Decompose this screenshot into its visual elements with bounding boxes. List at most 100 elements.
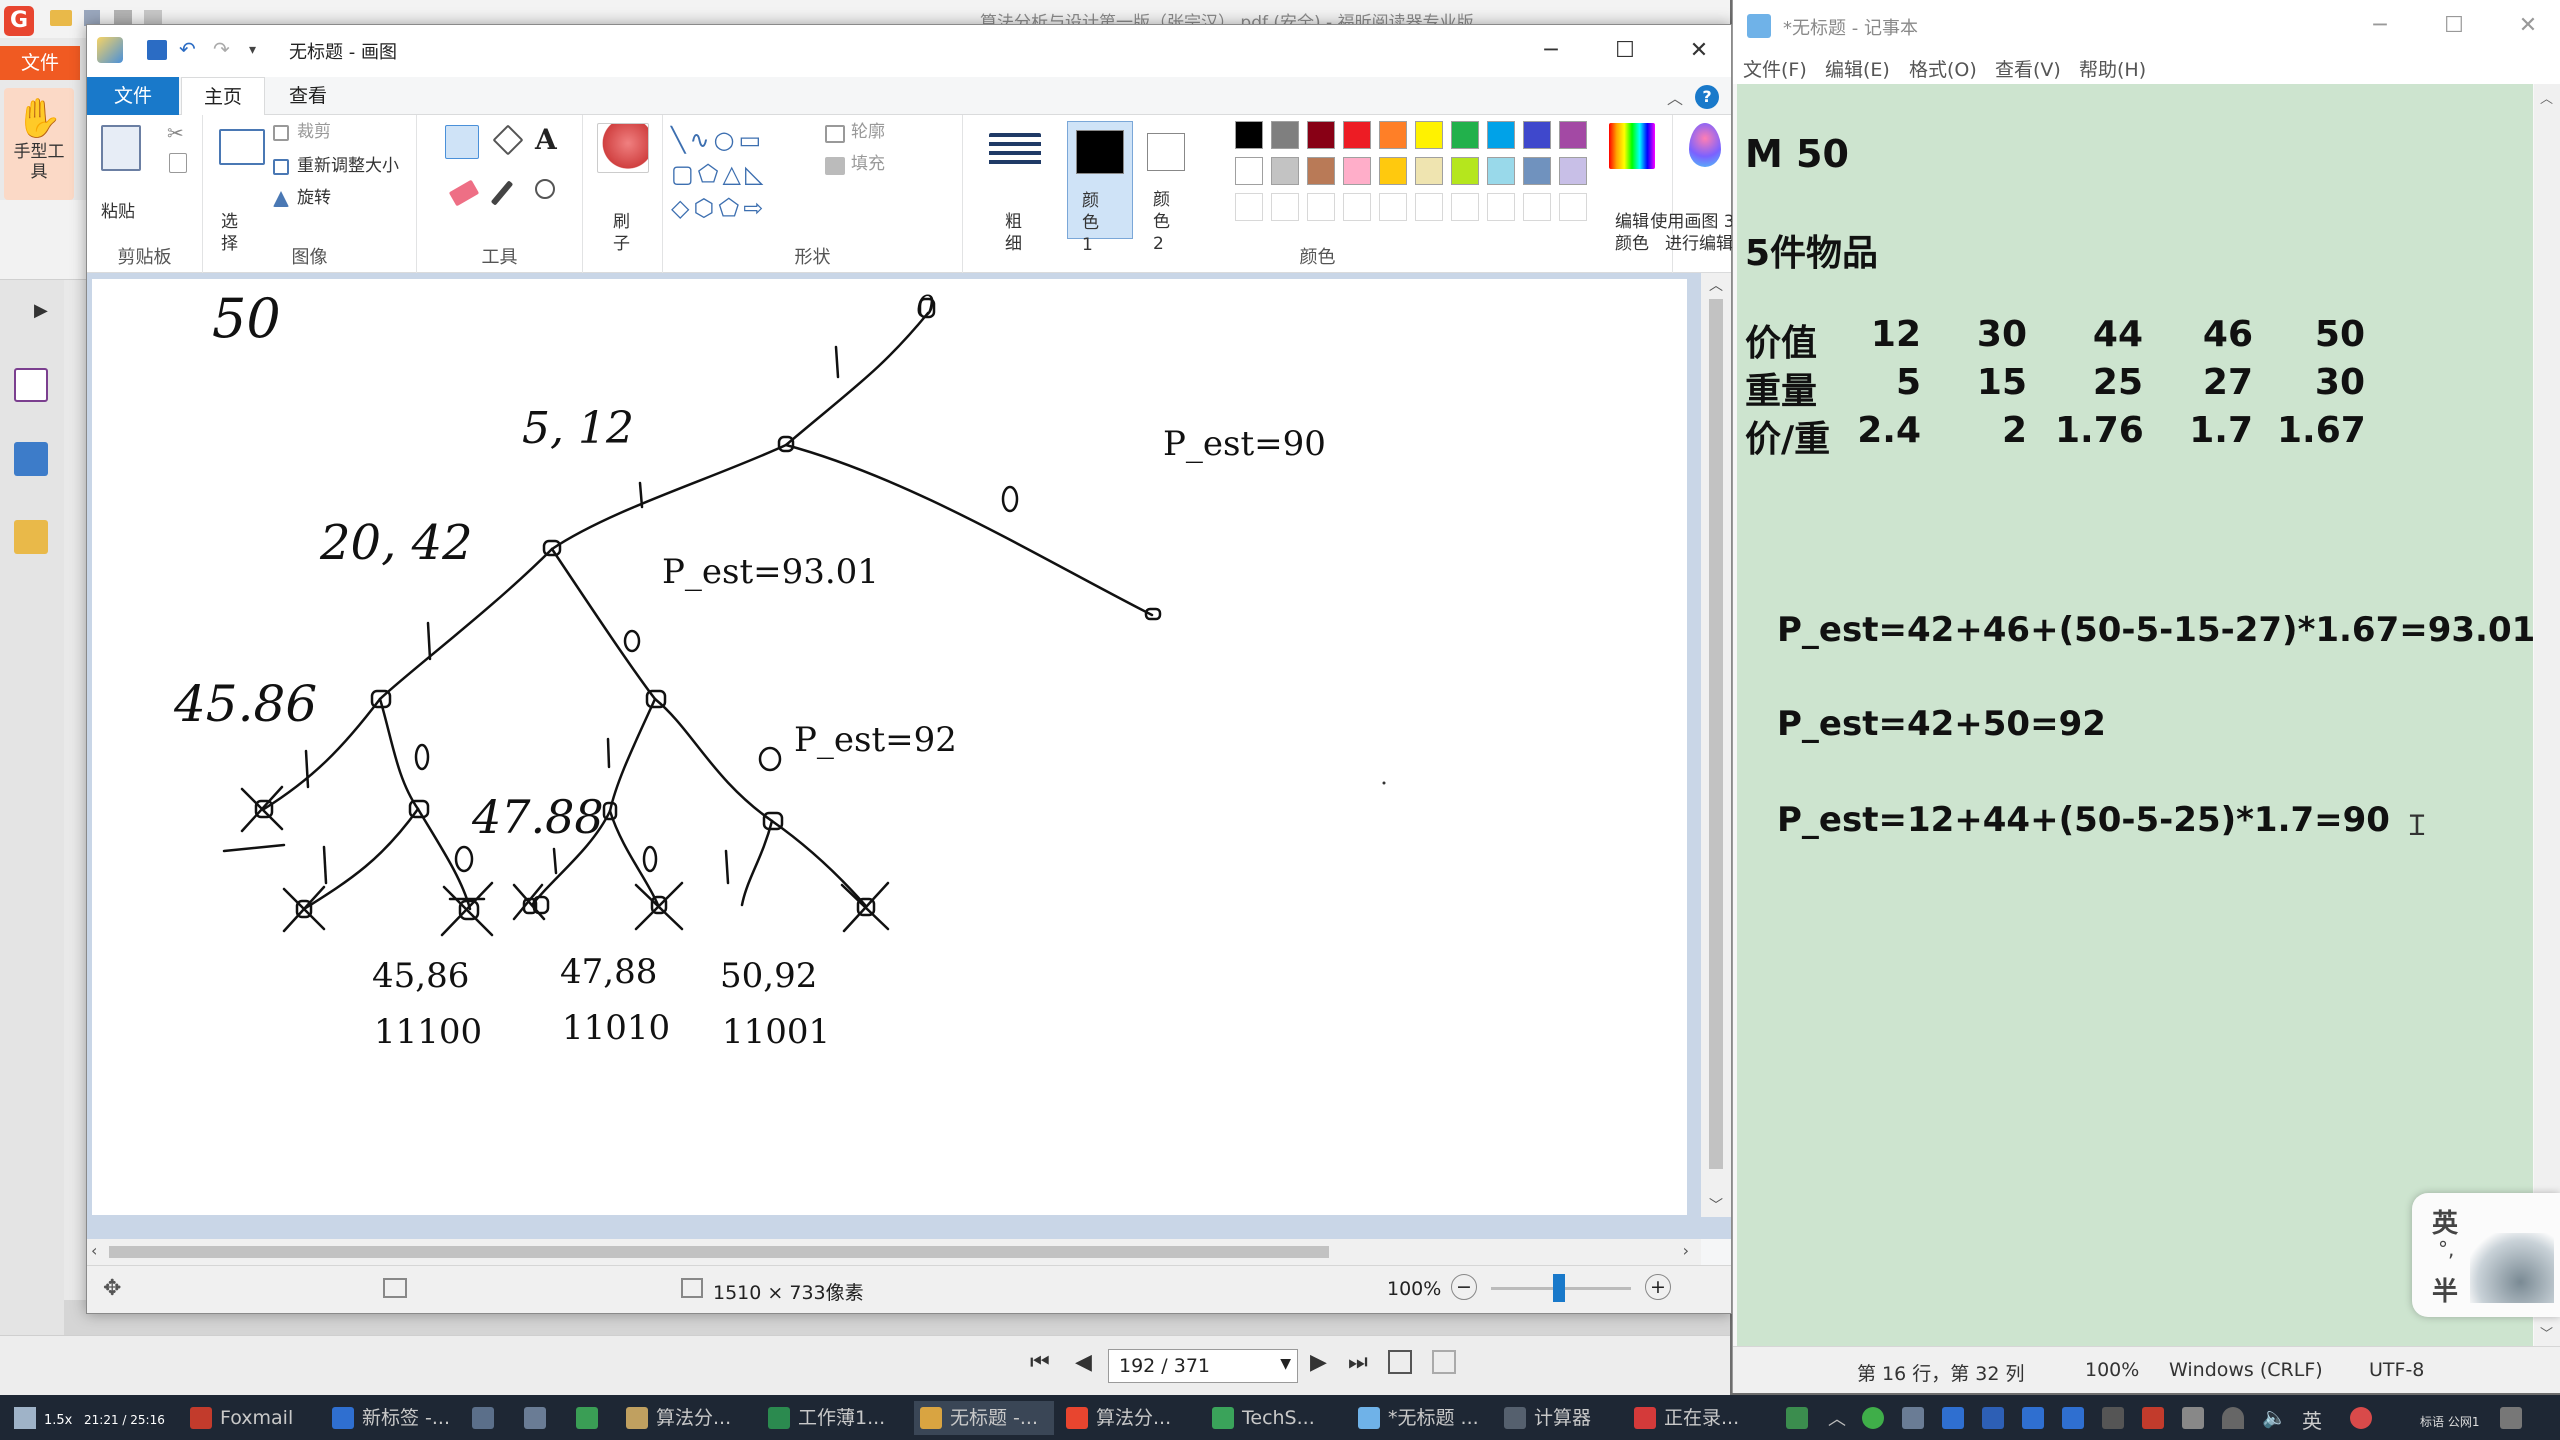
color-swatch[interactable]: [1379, 121, 1407, 149]
comments-icon[interactable]: [14, 520, 48, 554]
app-icon[interactable]: [524, 1407, 546, 1429]
color-swatch[interactable]: [1559, 121, 1587, 149]
resize-icon[interactable]: [273, 159, 289, 175]
color-swatch[interactable]: [1271, 157, 1299, 185]
expand-arrow-icon[interactable]: ▶: [34, 300, 48, 321]
battery-icon[interactable]: [2182, 1407, 2204, 1429]
scroll-up-icon[interactable]: ︿: [2540, 88, 2553, 107]
bluetooth-icon[interactable]: [1982, 1407, 2004, 1429]
color-swatch[interactable]: [1415, 157, 1443, 185]
line-shape-icon[interactable]: ╲∿○▭: [671, 126, 765, 154]
layers-icon[interactable]: [14, 442, 48, 476]
text-icon[interactable]: A: [535, 123, 557, 156]
taskbar-item-paint[interactable]: 无标题 -...: [914, 1401, 1054, 1435]
color-swatch[interactable]: [1415, 121, 1443, 149]
tray-app-icon[interactable]: [2142, 1407, 2164, 1429]
tray-app-icon[interactable]: [1902, 1407, 1924, 1429]
zoom-slider-thumb[interactable]: [1553, 1274, 1565, 1302]
customize-quick-access-icon[interactable]: ▾: [249, 42, 256, 58]
color-swatch[interactable]: [1451, 193, 1479, 221]
fill-icon[interactable]: [492, 124, 524, 156]
color-swatch[interactable]: [1235, 157, 1263, 185]
ime-width[interactable]: 半: [2432, 1271, 2458, 1308]
fill-label[interactable]: 填充: [851, 153, 885, 175]
tray-app-icon[interactable]: [2062, 1407, 2084, 1429]
scroll-up-icon[interactable]: ︿: [1709, 275, 1723, 295]
sogou-icon[interactable]: [2350, 1407, 2372, 1429]
taskbar-item-newtab[interactable]: 新标签 -...: [326, 1401, 456, 1435]
scroll-right-icon[interactable]: ›: [1683, 1241, 1689, 1260]
color-swatch[interactable]: [1523, 193, 1551, 221]
crop-icon[interactable]: [273, 125, 289, 141]
color-swatch[interactable]: [1343, 193, 1371, 221]
app-icon[interactable]: [472, 1407, 494, 1429]
pencil-icon[interactable]: [445, 125, 479, 159]
menu-view[interactable]: 查看(V): [1995, 55, 2061, 82]
color-swatch[interactable]: [1307, 157, 1335, 185]
menu-help[interactable]: 帮助(H): [2079, 55, 2146, 82]
color-swatch[interactable]: [1343, 157, 1371, 185]
fill-shape-icon[interactable]: [825, 157, 845, 175]
tray-app-icon[interactable]: [2022, 1407, 2044, 1429]
color-swatch[interactable]: [1307, 193, 1335, 221]
next-page-icon[interactable]: ▶: [1310, 1350, 1327, 1375]
paint-app-icon[interactable]: [97, 37, 123, 63]
pdf-file-tab[interactable]: 文件: [0, 46, 80, 80]
notepad-text-area[interactable]: M 50 5件物品 价值 重量 价/重 12 30 44 46 50 5 15 …: [1737, 84, 2535, 1346]
vertical-scrollbar[interactable]: ︿ ﹀: [1701, 273, 1731, 1217]
horizontal-scrollbar[interactable]: ‹ ›: [87, 1239, 1701, 1265]
notepad-app-icon[interactable]: [1747, 14, 1771, 38]
scroll-down-icon[interactable]: ﹀: [1709, 1195, 1723, 1215]
menu-file[interactable]: 文件(F): [1743, 55, 1807, 82]
brushes-label[interactable]: 刷子: [613, 211, 633, 255]
taskbar-item-algorithm-pdf[interactable]: 算法分...: [1060, 1401, 1200, 1435]
tray-overflow-icon[interactable]: ︿: [1828, 1405, 1846, 1431]
notepad-close-button[interactable]: ✕: [2498, 8, 2558, 44]
drawing-canvas[interactable]: 50 0 5, 12 20, 42 45.86 47.88 P_est=90 P…: [92, 279, 1687, 1215]
ime-punct-icon[interactable]: °,: [2438, 1237, 2454, 1261]
prev-page-icon[interactable]: ◀: [1075, 1350, 1092, 1375]
start-icon[interactable]: [14, 1407, 36, 1429]
diamond-shape-icon[interactable]: ◇⬡⬠⇨: [671, 194, 767, 222]
paste-label[interactable]: 粘贴: [101, 201, 135, 223]
taskbar-item-algorithm[interactable]: 算法分...: [620, 1401, 750, 1435]
tab-file[interactable]: 文件: [87, 77, 179, 115]
hand-tool-button[interactable]: ✋ 手型工具: [4, 88, 74, 200]
resize-label[interactable]: 重新调整大小: [297, 155, 399, 177]
brush-icon[interactable]: [597, 123, 649, 173]
wechat-icon[interactable]: [1862, 1407, 1884, 1429]
color-swatch[interactable]: [1559, 157, 1587, 185]
color-swatch[interactable]: [1487, 121, 1515, 149]
last-page-icon[interactable]: ⏭: [1348, 1350, 1368, 1375]
first-page-icon[interactable]: ⏮: [1030, 1350, 1050, 1375]
tray-app-icon[interactable]: [1942, 1407, 1964, 1429]
shapes-gallery[interactable]: ╲∿○▭ ▢⬠△◺ ◇⬡⬠⇨: [671, 123, 805, 233]
paste-icon[interactable]: [101, 125, 141, 171]
color-swatch[interactable]: [1523, 157, 1551, 185]
folder-icon[interactable]: [50, 10, 72, 26]
color-swatch[interactable]: [1235, 121, 1263, 149]
page-thumbnail-icon[interactable]: [14, 368, 48, 402]
color-swatch[interactable]: [1487, 193, 1515, 221]
rotate-label[interactable]: 旋转: [297, 187, 331, 209]
color-swatch[interactable]: [1487, 157, 1515, 185]
vertical-scroll-thumb[interactable]: [1709, 299, 1723, 1169]
edit-colors-icon[interactable]: [1609, 123, 1655, 169]
save-icon[interactable]: [147, 40, 167, 60]
color-swatch[interactable]: [1559, 193, 1587, 221]
wifi-icon[interactable]: [2222, 1407, 2244, 1429]
undo-icon[interactable]: ↶: [179, 37, 196, 61]
color-swatch[interactable]: [1379, 193, 1407, 221]
color-swatch[interactable]: [1307, 121, 1335, 149]
taskbar-item-foxmail[interactable]: Foxmail: [184, 1401, 312, 1435]
color2-button[interactable]: 颜色 2: [1139, 121, 1201, 254]
outline-icon[interactable]: [825, 125, 845, 143]
color-swatch[interactable]: [1235, 193, 1263, 221]
zoom-in-icon[interactable]: +: [1645, 1274, 1671, 1300]
tray-app-icon[interactable]: [2102, 1407, 2124, 1429]
color-swatch[interactable]: [1451, 157, 1479, 185]
minimize-button[interactable]: ─: [1521, 33, 1581, 69]
tab-view[interactable]: 查看: [267, 77, 349, 115]
chevron-down-icon[interactable]: ▼: [1280, 1356, 1291, 1372]
eraser-icon[interactable]: [448, 179, 480, 207]
